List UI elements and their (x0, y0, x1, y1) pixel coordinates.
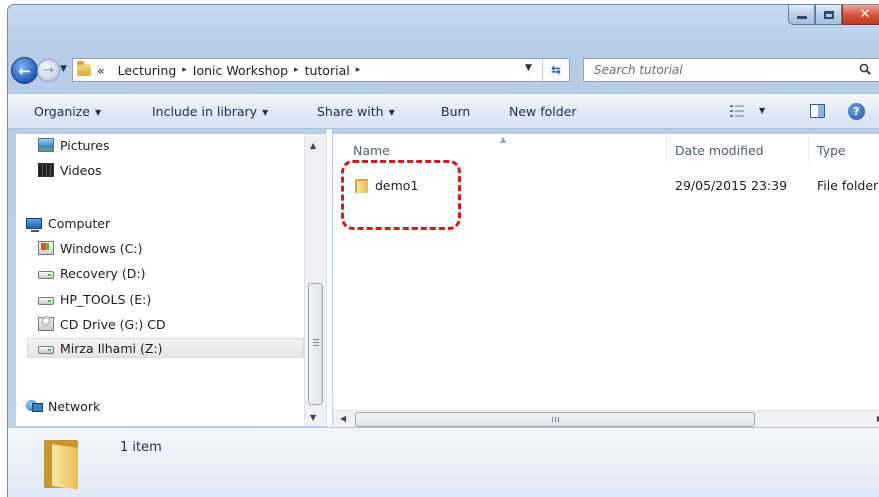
pane-splitter[interactable] (326, 129, 332, 427)
refresh-button[interactable]: ⇆ (542, 59, 569, 81)
nav-item-label: Windows (C:) (60, 240, 143, 256)
file-type: File folder (817, 178, 879, 193)
nav-item-recovery-d[interactable]: Recovery (D:) (38, 263, 146, 283)
chevron-down-icon: ▼ (262, 108, 269, 117)
close-icon: ✕ (859, 7, 871, 22)
address-bar[interactable]: « Lecturing ▸ Ionic Workshop ▸ tutorial … (72, 58, 570, 82)
chevron-down-icon: ▼ (95, 108, 102, 117)
highlight-annotation (341, 160, 461, 230)
nav-item-network[interactable]: Network (26, 396, 100, 416)
help-icon[interactable]: ? (848, 103, 865, 120)
nav-item-label: Pictures (60, 137, 110, 153)
navigation-pane: Pictures Videos Computer Windows (C:) Re… (16, 134, 326, 426)
minimize-button[interactable] (788, 5, 815, 25)
search-icon[interactable] (859, 63, 871, 75)
nav-item-pictures[interactable]: Pictures (38, 135, 110, 155)
address-row: ← → ▼ « Lecturing ▸ Ionic Workshop ▸ tut… (8, 55, 879, 85)
refresh-icon: ⇆ (550, 63, 562, 77)
column-header-name[interactable]: Name (353, 143, 390, 158)
nav-item-windows-c[interactable]: Windows (C:) (38, 238, 142, 258)
column-header-type[interactable]: Type (817, 143, 846, 158)
file-list: ▲ Name Date modified Type demo1 29/05/20… (333, 134, 879, 426)
search-input[interactable]: Search tutorial (583, 58, 879, 82)
pictures-icon (38, 138, 54, 152)
back-button[interactable]: ← (11, 57, 38, 84)
sort-ascending-icon: ▲ (500, 135, 507, 144)
nav-item-label: CD Drive (G:) CD (60, 316, 166, 332)
folder-icon (44, 438, 80, 490)
network-drive-icon (38, 346, 54, 354)
videos-icon (38, 163, 54, 177)
nav-item-videos[interactable]: Videos (38, 160, 102, 180)
grip-icon (313, 339, 319, 346)
maximize-button[interactable] (815, 5, 842, 25)
drive-icon (38, 297, 54, 305)
search-placeholder: Search tutorial (594, 63, 683, 77)
details-pane: 1 item (8, 427, 879, 497)
column-header-date-modified[interactable]: Date modified (675, 143, 764, 158)
nav-item-cd-drive-g[interactable]: CD Drive (G:) CD (38, 314, 166, 334)
recent-pages-dropdown[interactable]: ▼ (60, 64, 67, 74)
nav-item-mirza-ilhami-z[interactable]: Mirza Ilhami (Z:) (27, 338, 304, 358)
file-list-hscrollbar[interactable]: ◀ ▶ (333, 410, 879, 428)
nav-item-hp-tools-e[interactable]: HP_TOOLS (E:) (38, 289, 151, 309)
drive-icon (38, 271, 54, 279)
help-glyph: ? (853, 105, 860, 118)
nav-item-label: HP_TOOLS (E:) (60, 291, 152, 307)
file-date-modified: 29/05/2015 23:39 (675, 178, 788, 193)
change-view-icon[interactable] (730, 105, 744, 117)
computer-icon (26, 217, 42, 232)
windows-drive-icon (38, 241, 54, 255)
explorer-window: ✕ ← → ▼ « Lecturing ▸ Ionic Workshop ▸ t… (7, 4, 879, 497)
cd-drive-icon (38, 316, 54, 331)
nav-scrollbar-thumb[interactable] (308, 283, 323, 405)
organize-button[interactable]: Organize ▼ (34, 104, 101, 119)
nav-item-label: Mirza Ilhami (Z:) (60, 340, 163, 356)
breadcrumb-separator-icon[interactable]: ▸ (356, 65, 361, 75)
include-in-library-button[interactable]: Include in library ▼ (152, 104, 268, 119)
organize-label: Organize (34, 104, 90, 119)
column-divider[interactable] (808, 134, 809, 162)
caption-buttons: ✕ (788, 5, 879, 25)
nav-scrollbar[interactable]: ▲ ▼ (304, 134, 326, 426)
include-in-library-label: Include in library (152, 104, 258, 119)
back-arrow-icon: ← (18, 61, 31, 80)
close-button[interactable]: ✕ (842, 5, 879, 25)
share-with-button[interactable]: Share with ▼ (317, 104, 395, 119)
address-dropdown-icon[interactable]: ▼ (525, 63, 532, 73)
breadcrumb-separator-icon[interactable]: ▸ (294, 65, 299, 75)
breadcrumb-ionic-workshop[interactable]: Ionic Workshop (193, 63, 288, 78)
nav-item-computer[interactable]: Computer (26, 213, 110, 233)
maximize-icon (823, 10, 834, 19)
item-count: 1 item (120, 440, 162, 455)
forward-arrow-icon: → (43, 63, 54, 78)
overflow-crumb[interactable]: « (97, 63, 105, 78)
scroll-up-icon[interactable]: ▲ (310, 141, 316, 150)
breadcrumb-tutorial[interactable]: tutorial (305, 63, 350, 78)
nav-item-label: Recovery (D:) (60, 265, 146, 281)
nav-item-label: Computer (48, 215, 111, 231)
breadcrumb-lecturing[interactable]: Lecturing (118, 63, 177, 78)
breadcrumb-separator-icon[interactable]: ▸ (182, 65, 187, 75)
share-with-label: Share with (317, 104, 384, 119)
burn-button[interactable]: Burn (441, 104, 470, 119)
hscrollbar-thumb[interactable] (355, 412, 755, 427)
preview-pane-icon[interactable] (810, 104, 825, 118)
folder-icon (77, 61, 91, 76)
new-folder-button[interactable]: New folder (509, 104, 577, 119)
scroll-down-icon[interactable]: ▼ (310, 413, 316, 422)
forward-button[interactable]: → (37, 59, 60, 82)
command-bar: Organize ▼ Include in library ▼ Share with… (8, 93, 879, 129)
chevron-down-icon: ▼ (388, 108, 395, 117)
network-icon (26, 399, 43, 413)
minimize-icon (796, 16, 807, 19)
nav-item-label: Videos (60, 162, 102, 178)
column-divider[interactable] (666, 134, 667, 162)
view-options-dropdown[interactable]: ▼ (759, 106, 765, 115)
nav-item-label: Network (48, 398, 101, 414)
grip-icon (552, 417, 559, 422)
scroll-left-icon[interactable]: ◀ (340, 414, 346, 423)
